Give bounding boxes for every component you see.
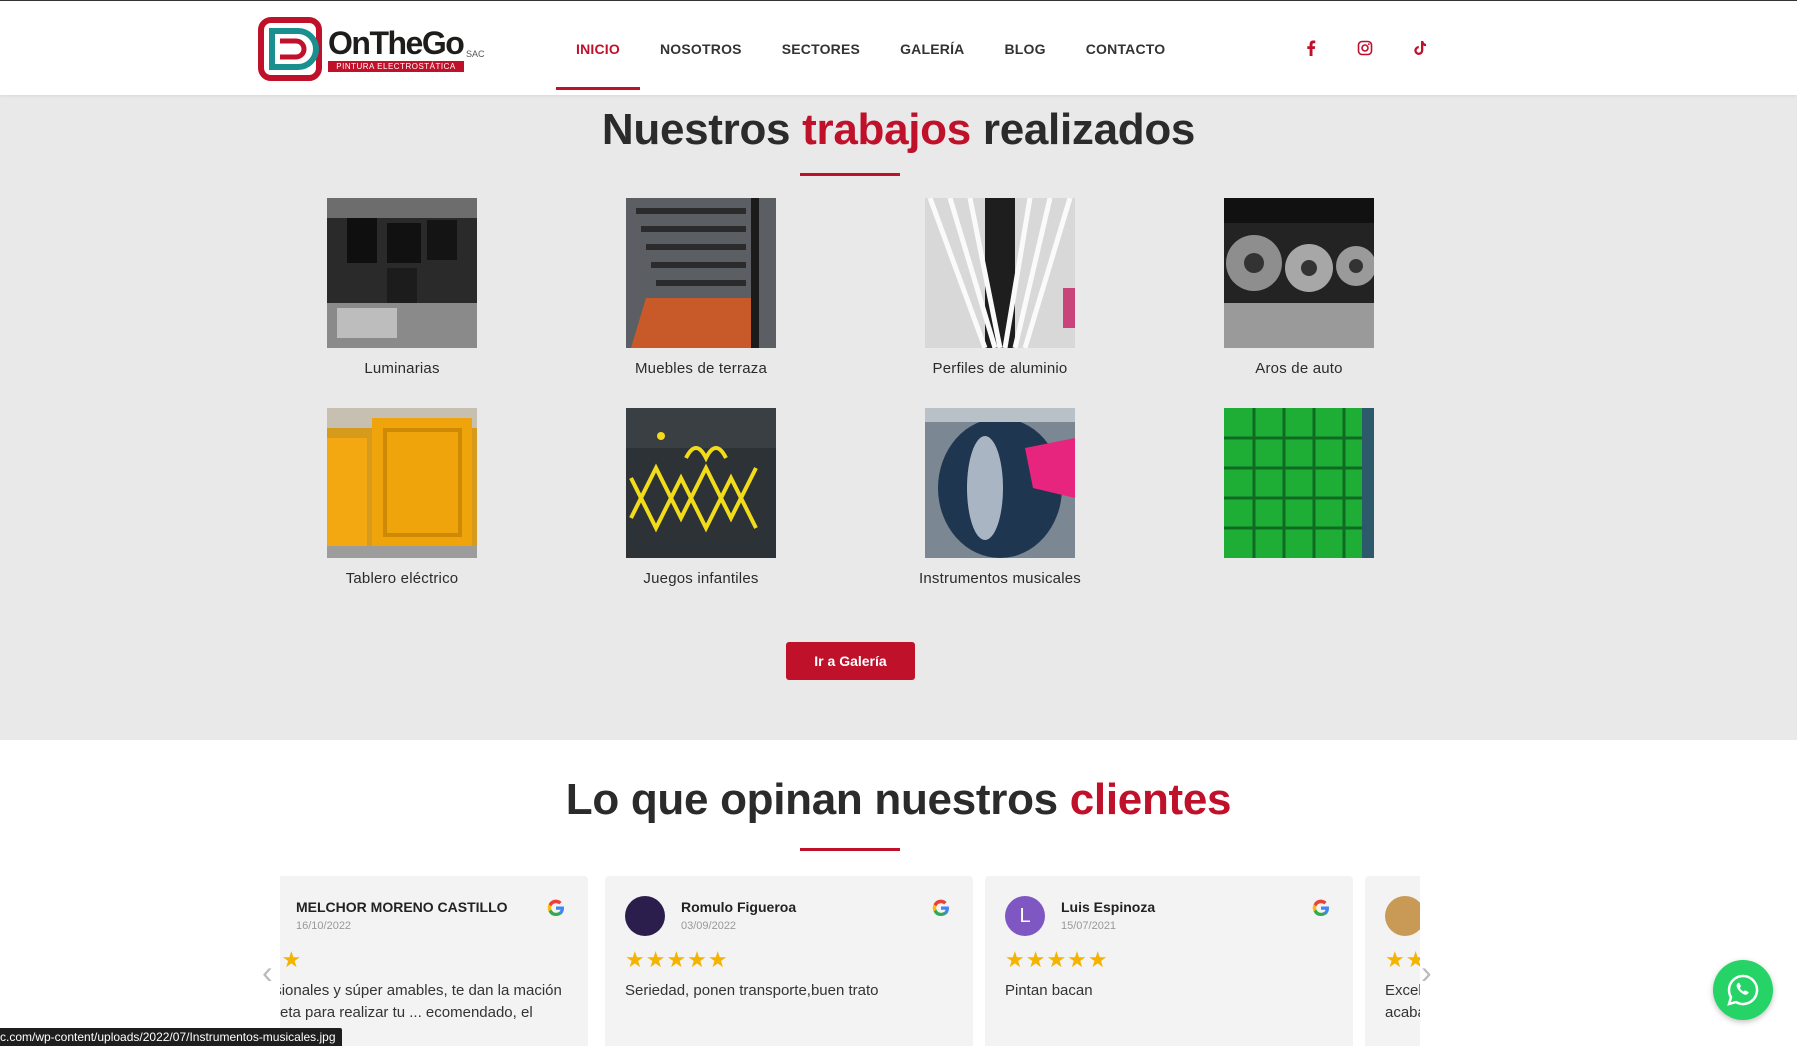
google-icon — [932, 899, 949, 917]
gallery-caption: Tablero eléctrico — [345, 570, 459, 587]
gallery-image[interactable] — [1224, 198, 1374, 348]
reviews-title-underline — [800, 848, 900, 851]
avatar — [1385, 896, 1420, 936]
instagram-icon[interactable] — [1354, 37, 1376, 59]
gallery-image[interactable] — [925, 408, 1075, 558]
review-text: Excel acaba — [1385, 982, 1420, 1021]
logo-mark-icon — [258, 17, 322, 81]
gallery-caption: Aros de auto — [1255, 360, 1343, 377]
avatar — [625, 896, 665, 936]
google-icon — [547, 899, 564, 917]
star-rating: ★★★★★ — [1005, 947, 1109, 972]
nav-item-contacto[interactable]: CONTACTO — [1066, 1, 1186, 96]
gallery-image[interactable] — [327, 408, 477, 558]
google-icon — [1312, 899, 1329, 917]
gallery-item-juegos-infantiles[interactable]: Juegos infantiles — [626, 408, 776, 587]
review-text: Seriedad, ponen transporte,buen trato — [625, 982, 879, 999]
reviews-section: Lo que opinan nuestros clientes MELCHOR … — [0, 740, 1797, 1046]
main-nav: INICIO NOSOTROS SECTORES GALERÍA BLOG CO… — [556, 1, 1185, 96]
logo-wordmark: OnTheGo — [328, 25, 465, 61]
review-text: Pintan bacan — [1005, 982, 1093, 999]
works-title-post: realizados — [982, 105, 1196, 154]
gallery-item-muebles-de-terraza[interactable]: Muebles de terraza — [626, 198, 776, 377]
nav-item-blog[interactable]: BLOG — [984, 1, 1065, 96]
reviewer-name: Romulo Figueroa — [681, 899, 797, 915]
works-title: Nuestros trabajos realizados — [0, 105, 1797, 155]
nav-item-galeria[interactable]: GALERÍA — [880, 1, 984, 96]
gallery-image[interactable] — [626, 198, 776, 348]
avatar: L — [1005, 896, 1045, 936]
gallery-item-tablero-electrico[interactable]: Tablero eléctrico — [327, 408, 477, 587]
carousel-prev-arrow[interactable]: ‹ — [262, 956, 282, 988]
nav-item-inicio[interactable]: INICIO — [556, 1, 640, 96]
nav-item-nosotros[interactable]: NOSOTROS — [640, 1, 762, 96]
logo-suffix: SAC — [466, 49, 485, 59]
review-date: 15/07/2021 — [1061, 920, 1117, 932]
review-card: ★★ Excel acaba — [1365, 876, 1420, 1046]
works-title-underline — [800, 173, 900, 176]
works-title-accent: trabajos — [802, 105, 971, 154]
review-card: MELCHOR MORENO CASTILLO 16/10/2022 ★★★ p… — [280, 876, 588, 1046]
gallery-item-perfiles-de-aluminio[interactable]: Perfiles de aluminio — [925, 198, 1075, 377]
gallery-image[interactable] — [925, 198, 1075, 348]
works-section: Nuestros trabajos realizados Luminarias — [0, 95, 1797, 740]
reviews-title-accent: clientes — [1069, 775, 1232, 824]
reviews-title-pre: Lo que opinan nuestros — [565, 775, 1058, 824]
facebook-icon[interactable] — [1300, 37, 1322, 59]
logo-tagline: PINTURA ELECTROSTÁTICA — [328, 61, 464, 72]
review-card: Romulo Figueroa 03/09/2022 ★★★★★ Serieda… — [605, 876, 973, 1046]
status-bar-url: c.com/wp-content/uploads/2022/07/Instrum… — [0, 1028, 342, 1046]
gallery-image[interactable] — [1224, 408, 1374, 558]
reviewer-name: MELCHOR MORENO CASTILLO — [296, 899, 508, 915]
whatsapp-icon — [1727, 974, 1759, 1006]
gallery-caption: Muebles de terraza — [634, 360, 767, 377]
site-header: OnTheGo SAC PINTURA ELECTROSTÁTICA INICI… — [0, 0, 1797, 95]
reviews-title: Lo que opinan nuestros clientes — [0, 775, 1797, 825]
whatsapp-button[interactable] — [1713, 960, 1773, 1020]
reviewer-name: Luis Espinoza — [1061, 899, 1156, 915]
gallery-item-luminarias[interactable]: Luminarias — [327, 198, 477, 377]
gallery-caption: Instrumentos musicales — [919, 570, 1081, 587]
works-title-pre: Nuestros — [601, 105, 791, 154]
review-date: 03/09/2022 — [681, 920, 737, 932]
gallery-item-aros-de-auto[interactable]: Aros de auto — [1224, 198, 1374, 377]
gallery-caption: Luminarias — [364, 360, 440, 377]
carousel-next-arrow[interactable]: › — [1421, 956, 1441, 988]
gallery-item-green-structure[interactable] — [1224, 408, 1374, 558]
gallery-caption: Juegos infantiles — [643, 570, 759, 587]
go-to-gallery-button[interactable]: Ir a Galería — [786, 642, 915, 680]
review-date: 16/10/2022 — [296, 920, 352, 932]
star-rating: ★★★ — [280, 947, 303, 972]
gallery-caption: Perfiles de aluminio — [932, 360, 1068, 377]
nav-item-sectores[interactable]: SECTORES — [762, 1, 880, 96]
review-card: L Luis Espinoza 15/07/2021 ★★★★★ Pintan … — [985, 876, 1353, 1046]
gallery-item-instrumentos-musicales[interactable]: Instrumentos musicales — [919, 408, 1081, 587]
star-rating: ★★ — [1385, 947, 1420, 972]
star-rating: ★★★★★ — [625, 947, 729, 972]
gallery-image[interactable] — [327, 198, 477, 348]
tiktok-icon[interactable] — [1408, 37, 1430, 59]
reviews-carousel[interactable]: MELCHOR MORENO CASTILLO 16/10/2022 ★★★ p… — [280, 876, 1420, 1046]
site-logo[interactable]: OnTheGo SAC PINTURA ELECTROSTÁTICA — [258, 17, 488, 81]
gallery-image[interactable] — [626, 408, 776, 558]
